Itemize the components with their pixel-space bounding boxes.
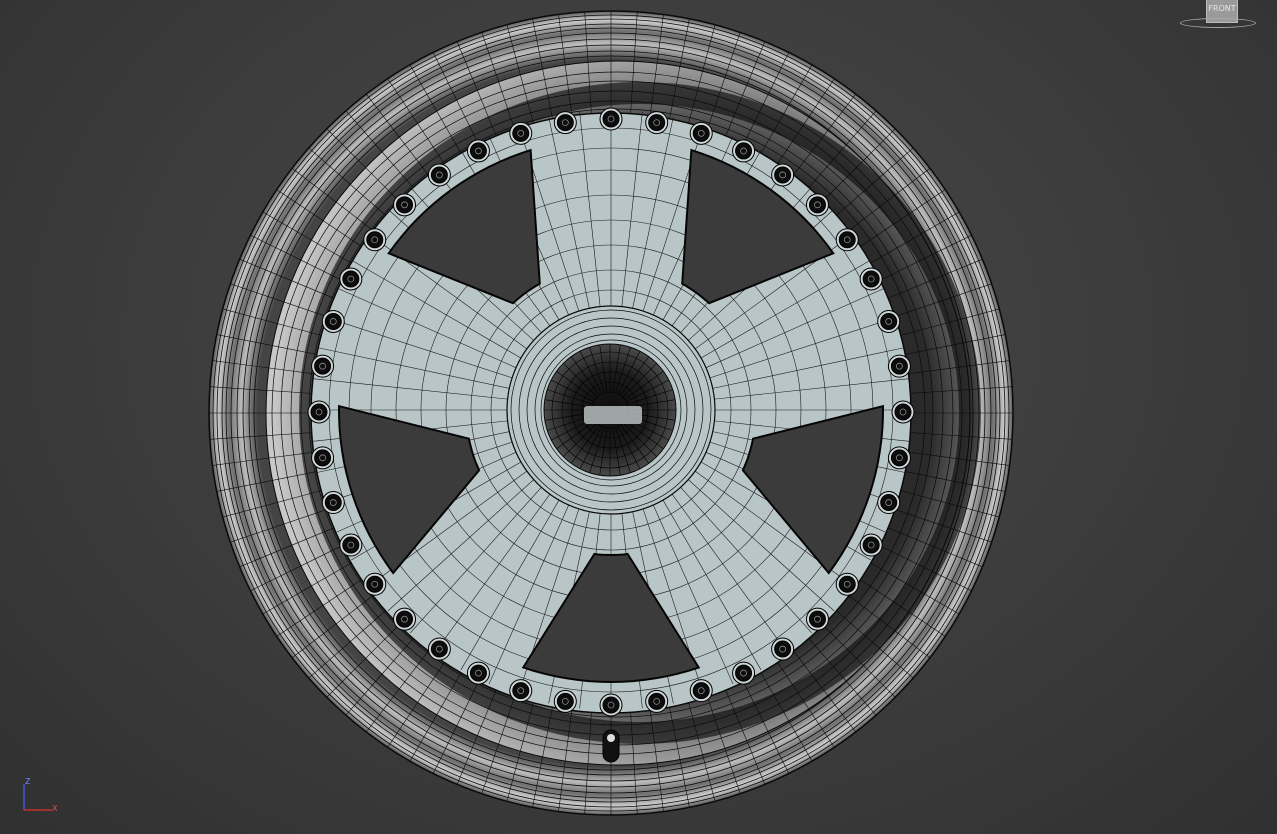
bolt-head (692, 682, 710, 700)
bolt (599, 693, 623, 717)
bolt (859, 267, 883, 291)
bolt (466, 661, 490, 685)
bolt (835, 228, 859, 252)
bolt (393, 607, 417, 631)
bolt-head (512, 682, 530, 700)
bolt-head (324, 312, 342, 330)
bolt (599, 107, 623, 131)
bolt-head (602, 696, 620, 714)
bolt (311, 446, 335, 470)
bolt-head (774, 166, 792, 184)
bolt (835, 572, 859, 596)
bolt-head (838, 575, 856, 593)
viewcube[interactable]: FRONT (1180, 0, 1258, 32)
bolt-head (602, 110, 620, 128)
bolt (363, 572, 387, 596)
bolt (339, 533, 363, 557)
bolt (553, 689, 577, 713)
bolt (805, 607, 829, 631)
bolt (689, 679, 713, 703)
3d-viewport[interactable]: FRONT Z X (0, 0, 1277, 834)
bolt-head (890, 449, 908, 467)
bolt (887, 446, 911, 470)
bolt (339, 267, 363, 291)
bolt-head (880, 494, 898, 512)
bolt-head (556, 114, 574, 132)
bolt-head (366, 231, 384, 249)
bolt-head (556, 692, 574, 710)
bolt-head (469, 664, 487, 682)
bolt (891, 400, 915, 424)
bolt-head (430, 640, 448, 658)
bolt (689, 121, 713, 145)
bolt (877, 491, 901, 515)
axis-tripod-icon (23, 784, 52, 811)
bolt (805, 193, 829, 217)
bolt-head (838, 231, 856, 249)
bolt-head (774, 640, 792, 658)
bolt-head (735, 664, 753, 682)
axis-tripod: Z X (14, 776, 64, 822)
wheel-model-wireframe[interactable] (0, 0, 1277, 834)
bolt (877, 309, 901, 333)
bolt (321, 309, 345, 333)
bolt (321, 491, 345, 515)
bolt (466, 139, 490, 163)
bolt-head (342, 536, 360, 554)
bolt-head (366, 575, 384, 593)
bolt (553, 111, 577, 135)
bolt (509, 679, 533, 703)
bolt (645, 111, 669, 135)
bolt (645, 689, 669, 713)
center-logo (584, 406, 642, 424)
bolt-head (469, 142, 487, 160)
axis-z-label: Z (25, 777, 31, 786)
bolt (887, 354, 911, 378)
bolt-head (862, 536, 880, 554)
bolt (363, 228, 387, 252)
viewcube-compass-ring[interactable] (1180, 18, 1256, 28)
bolt-head (648, 114, 666, 132)
bolt (771, 637, 795, 661)
bolt-head (692, 124, 710, 142)
bolt-head (894, 403, 912, 421)
bolt-head (310, 403, 328, 421)
bolt-head (880, 312, 898, 330)
bolt-head (430, 166, 448, 184)
bolt-head (396, 196, 414, 214)
bolt (771, 163, 795, 187)
bolt (732, 139, 756, 163)
bolt (732, 661, 756, 685)
bolt-head (512, 124, 530, 142)
bolt-head (324, 494, 342, 512)
bolt (427, 637, 451, 661)
bolt-head (314, 357, 332, 375)
bolt-head (862, 270, 880, 288)
bolt (393, 193, 417, 217)
bolt-head (314, 449, 332, 467)
bolt (509, 121, 533, 145)
bolt-head (342, 270, 360, 288)
bolt-head (396, 610, 414, 628)
bolt-head (808, 196, 826, 214)
axis-x-label: X (52, 804, 58, 813)
bolt (311, 354, 335, 378)
bolt (307, 400, 331, 424)
valve-cap (607, 734, 615, 742)
bolt-head (808, 610, 826, 628)
bolt-head (648, 692, 666, 710)
bolt-head (735, 142, 753, 160)
bolt-head (890, 357, 908, 375)
bolt (427, 163, 451, 187)
bolt (859, 533, 883, 557)
